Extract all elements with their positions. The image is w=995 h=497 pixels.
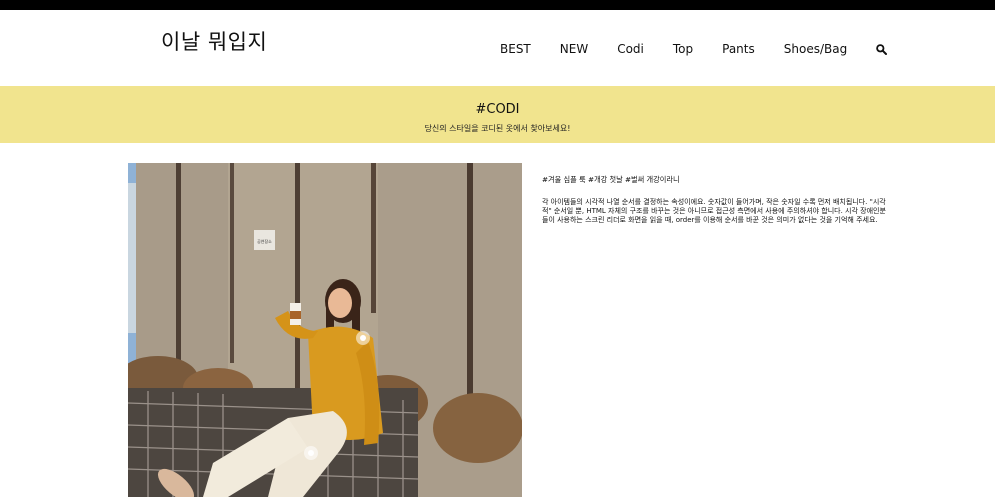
nav-top[interactable]: Top — [673, 42, 693, 56]
post-tags: #겨울 심플 룩 #개강 첫날 #벌써 개강이라니 — [542, 175, 680, 184]
nav-best[interactable]: BEST — [500, 42, 531, 56]
nav-new[interactable]: NEW — [560, 42, 588, 56]
post-body: 각 아이템들의 시각적 나열 순서를 결정하는 속성이에요. 숫자값이 들어가며… — [542, 198, 886, 224]
page: 이날 뭐입지 BEST NEW Codi Top Pants Shoes/Bag… — [0, 10, 995, 497]
codi-photo[interactable]: 공연장소 — [128, 163, 522, 497]
site-header: 이날 뭐입지 BEST NEW Codi Top Pants Shoes/Bag — [0, 10, 995, 86]
main-nav: BEST NEW Codi Top Pants Shoes/Bag — [500, 42, 888, 56]
wall-sign-text: 공연장소 — [257, 238, 272, 244]
site-logo[interactable]: 이날 뭐입지 — [161, 26, 267, 56]
banner-subtitle: 당신의 스타일을 코디된 옷에서 찾아보세요! — [424, 124, 571, 133]
search-icon[interactable] — [876, 43, 888, 55]
post-description: #겨울 심플 룩 #개강 첫날 #벌써 개강이라니 각 아이템들의 시각적 나열… — [542, 175, 888, 225]
nav-pants[interactable]: Pants — [722, 42, 755, 56]
nav-shoes-bag[interactable]: Shoes/Bag — [784, 42, 847, 56]
banner-title: #CODI — [475, 102, 520, 117]
codi-banner: #CODI 당신의 스타일을 코디된 옷에서 찾아보세요! — [0, 86, 995, 143]
nav-codi[interactable]: Codi — [617, 42, 644, 56]
